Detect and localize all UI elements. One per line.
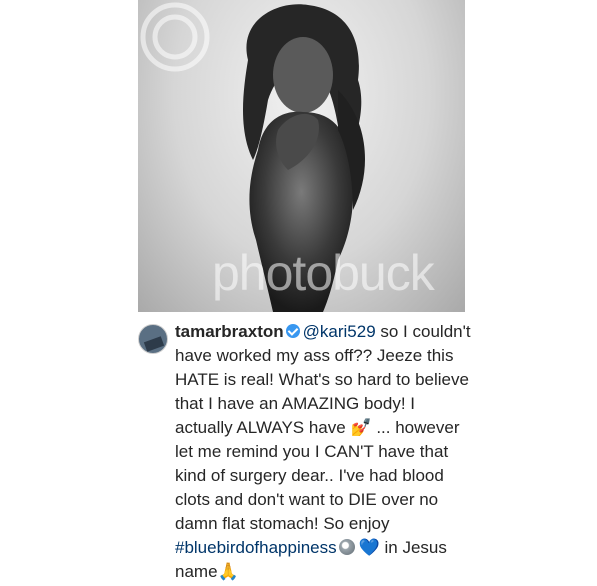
comment-text: tamarbraxton @kari529 so I couldn't have …: [175, 320, 475, 584]
blue-heart-emoji-icon: 💙: [358, 538, 380, 557]
bluebird-emoji-icon: [338, 539, 355, 555]
mention-link[interactable]: @kari529: [303, 322, 376, 341]
verified-badge-icon: [285, 324, 300, 338]
post-photo[interactable]: photobuck: [138, 0, 465, 312]
avatar[interactable]: [138, 324, 168, 354]
username-link[interactable]: tamarbraxton: [175, 322, 284, 341]
hashtag-link[interactable]: #bluebirdofhappiness: [175, 538, 337, 557]
photobucket-logo-icon: [140, 2, 210, 72]
watermark: photobuck: [212, 245, 435, 301]
praying-hands-emoji-icon: 🙏: [217, 562, 239, 581]
nail-polish-emoji-icon: 💅: [350, 418, 372, 437]
